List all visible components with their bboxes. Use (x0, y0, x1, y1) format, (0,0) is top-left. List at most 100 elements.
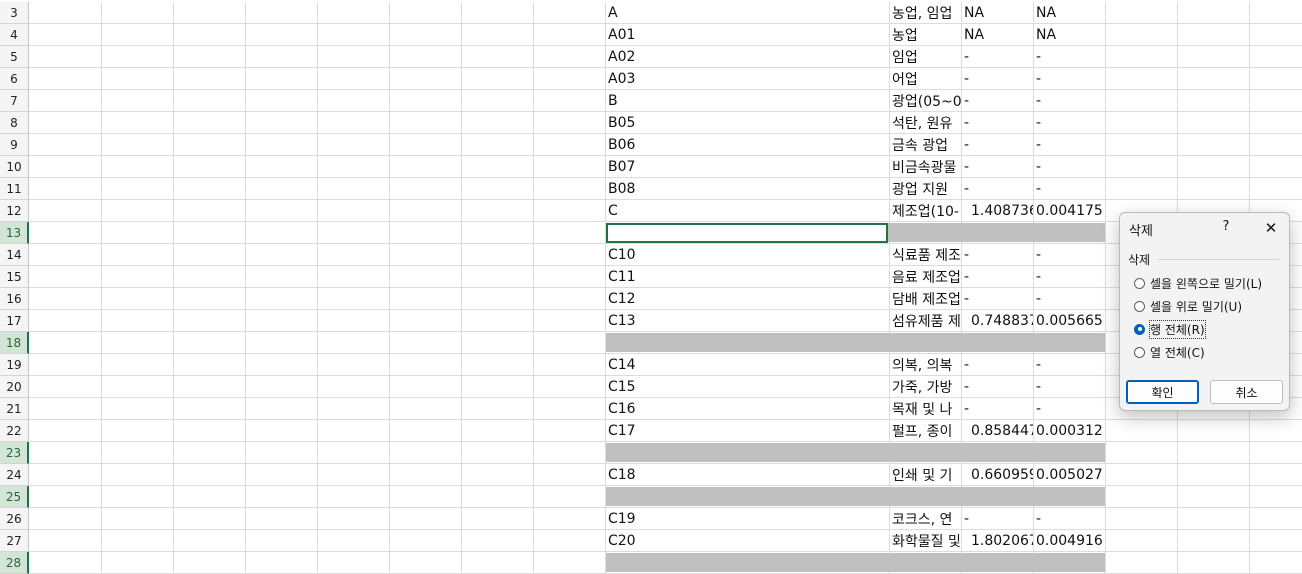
cell-name[interactable]: 식료품 제조 (889, 244, 961, 265)
cell-name[interactable]: 금속 광업 (889, 134, 961, 155)
row-header[interactable]: 4 (0, 24, 29, 46)
cell-value-2[interactable] (1033, 552, 1105, 573)
cancel-button[interactable]: 취소 (1210, 380, 1283, 404)
cell-value-2[interactable]: - (1033, 508, 1105, 529)
row-header[interactable]: 23 (0, 442, 29, 464)
ok-button[interactable]: 확인 (1126, 380, 1199, 404)
cell-value-1[interactable]: - (961, 46, 1033, 67)
cell-value-1[interactable]: - (961, 266, 1033, 287)
cell-name[interactable]: 어업 (889, 68, 961, 89)
row-header[interactable]: 3 (0, 2, 29, 24)
cell-code[interactable]: C19 (605, 508, 889, 529)
cell-value-1[interactable]: - (961, 112, 1033, 133)
cell-name[interactable]: 임업 (889, 46, 961, 67)
cell-value-2[interactable]: - (1033, 398, 1105, 419)
cell-value-2[interactable] (1033, 486, 1105, 507)
cell-value-1[interactable]: - (961, 398, 1033, 419)
cell-code[interactable]: A01 (605, 24, 889, 45)
cell-code[interactable]: B07 (605, 156, 889, 177)
cell-name[interactable]: 화학물질 및 (889, 530, 961, 551)
cell-name[interactable] (889, 552, 961, 573)
option-shift-up[interactable]: 셀을 위로 밀기(U) (1134, 297, 1242, 315)
row-header[interactable]: 21 (0, 398, 29, 420)
cell-name[interactable] (889, 332, 961, 353)
row-header[interactable]: 10 (0, 156, 29, 178)
cell-value-2[interactable]: 0.004916 (1033, 530, 1105, 551)
cell-code[interactable]: C13 (605, 310, 889, 331)
row-header[interactable]: 24 (0, 464, 29, 486)
cell-value-2[interactable] (1033, 332, 1105, 353)
cell-code[interactable] (605, 222, 889, 243)
cell-value-2[interactable]: NA (1033, 2, 1105, 23)
cell-code[interactable]: B (605, 90, 889, 111)
cell-name[interactable] (889, 486, 961, 507)
cell-code[interactable] (605, 442, 889, 463)
row-header[interactable]: 8 (0, 112, 29, 134)
option-shift-left[interactable]: 셀을 왼쪽으로 밀기(L) (1134, 274, 1262, 292)
row-header[interactable]: 14 (0, 244, 29, 266)
cell-value-2[interactable]: - (1033, 178, 1105, 199)
cell-code[interactable]: B05 (605, 112, 889, 133)
cell-value-2[interactable]: 0.005665 (1033, 310, 1105, 331)
cell-value-1[interactable]: - (961, 508, 1033, 529)
cell-value-1[interactable]: 0.858447 (961, 420, 1033, 441)
radio-entire-row[interactable] (1134, 323, 1145, 335)
cell-value-2[interactable]: - (1033, 46, 1105, 67)
cell-name[interactable]: 음료 제조업 (889, 266, 961, 287)
cell-code[interactable]: C20 (605, 530, 889, 551)
cell-value-1[interactable] (961, 552, 1033, 573)
spreadsheet-grid[interactable]: 3 A 농업, 임업 NA NA 4 A01 농업 NA NA 5 A02 임업 - -6 A03 어업 - -7 B… (0, 0, 1302, 574)
cell-name[interactable] (889, 442, 961, 463)
cell-value-1[interactable] (961, 486, 1033, 507)
cell-value-1[interactable]: - (961, 376, 1033, 397)
cell-value-2[interactable] (1033, 442, 1105, 463)
cell-value-1[interactable]: - (961, 156, 1033, 177)
cell-name[interactable]: 농업 (889, 24, 961, 45)
cell-name[interactable]: 비금속광물 (889, 156, 961, 177)
cell-code[interactable] (605, 332, 889, 353)
option-entire-column[interactable]: 열 전체(C) (1134, 343, 1205, 361)
cell-value-2[interactable]: 0.000312 (1033, 420, 1105, 441)
cell-value-2[interactable]: - (1033, 68, 1105, 89)
row-header[interactable]: 18 (0, 332, 29, 354)
cell-value-2[interactable]: - (1033, 354, 1105, 375)
cell-code[interactable]: C14 (605, 354, 889, 375)
cell-value-2[interactable]: - (1033, 376, 1105, 397)
cell-value-2[interactable]: 0.005027 (1033, 464, 1105, 485)
row-header[interactable]: 27 (0, 530, 29, 552)
cell-value-2[interactable] (1033, 222, 1105, 243)
cell-code[interactable]: C18 (605, 464, 889, 485)
cell-value-1[interactable] (961, 442, 1033, 463)
cell-name[interactable]: 목재 및 나 (889, 398, 961, 419)
row-header[interactable]: 17 (0, 310, 29, 332)
cell-value-2[interactable]: 0.004175 (1033, 200, 1105, 221)
cell-value-1[interactable]: 0.748837 (961, 310, 1033, 331)
row-header[interactable]: 20 (0, 376, 29, 398)
cell-name[interactable]: 담배 제조업 (889, 288, 961, 309)
row-header[interactable]: 25 (0, 486, 29, 508)
row-header[interactable]: 6 (0, 68, 29, 90)
row-header[interactable]: 12 (0, 200, 29, 222)
cell-code[interactable]: B06 (605, 134, 889, 155)
row-header[interactable]: 15 (0, 266, 29, 288)
cell-value-2[interactable]: - (1033, 288, 1105, 309)
row-header[interactable]: 26 (0, 508, 29, 530)
row-header[interactable]: 19 (0, 354, 29, 376)
cell-value-1[interactable]: NA (961, 24, 1033, 45)
cell-code[interactable]: A03 (605, 68, 889, 89)
cell-value-1[interactable]: 1.408736 (961, 200, 1033, 221)
radio-shift-up[interactable] (1134, 300, 1145, 312)
cell-code[interactable] (605, 552, 889, 573)
cell-value-1[interactable]: - (961, 354, 1033, 375)
cell-value-1[interactable]: NA (961, 2, 1033, 23)
cell-value-1[interactable]: - (961, 68, 1033, 89)
cell-name[interactable]: 펄프, 종이 (889, 420, 961, 441)
close-icon[interactable]: ✕ (1260, 218, 1282, 238)
cell-value-2[interactable]: - (1033, 244, 1105, 265)
cell-code[interactable] (605, 486, 889, 507)
cell-name[interactable]: 가죽, 가방 (889, 376, 961, 397)
cell-value-1[interactable] (961, 222, 1033, 243)
cell-value-1[interactable]: - (961, 244, 1033, 265)
radio-entire-column[interactable] (1134, 346, 1145, 358)
option-entire-row[interactable]: 행 전체(R) (1134, 319, 1206, 339)
